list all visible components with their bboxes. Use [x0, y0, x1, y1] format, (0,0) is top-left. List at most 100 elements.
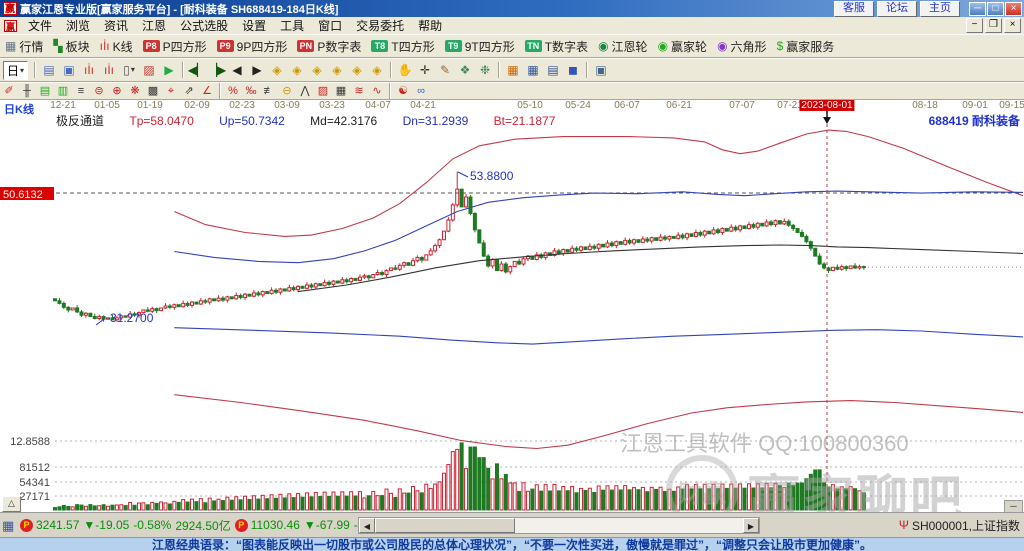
wedge-tool[interactable]: ⋀: [296, 84, 314, 99]
gann-diamond-2-button[interactable]: ◈: [287, 60, 307, 80]
menu-file[interactable]: 文件: [21, 17, 59, 34]
p-square-button[interactable]: P8 P四方形: [138, 37, 212, 56]
gann-diamond-4-button[interactable]: ◈: [327, 60, 347, 80]
permille-tool[interactable]: ‰: [242, 84, 260, 99]
kline-mini-1-button[interactable]: ıİı: [79, 60, 99, 80]
menu-window[interactable]: 窗口: [311, 17, 349, 34]
scrollbar-thumb[interactable]: [375, 518, 515, 533]
child-minimize-button[interactable]: −: [966, 18, 983, 33]
target-tool[interactable]: ⌖: [162, 84, 180, 99]
watermark-text: 江恩工具软件 QQ:100800360: [620, 431, 909, 456]
quotes-button-label: 行情: [19, 39, 44, 54]
date-tick: 05-10: [517, 100, 543, 111]
gann-diamond-6-button[interactable]: ◈: [367, 60, 387, 80]
level-lines-tool[interactable]: ≡: [72, 84, 90, 99]
shade-box-tool[interactable]: ▩: [144, 84, 162, 99]
minus-circle-tool[interactable]: ⊖: [278, 84, 296, 99]
yinyang-tool[interactable]: ☯: [394, 84, 412, 99]
sine-tool[interactable]: ∿: [368, 84, 386, 99]
winner-service-button[interactable]: $ 赢家服务: [772, 37, 840, 56]
chart-collapse-button[interactable]: ─: [1004, 500, 1023, 512]
save-button[interactable]: ◼: [563, 60, 583, 80]
menu-news[interactable]: 资讯: [97, 17, 135, 34]
menu-formula-stockpick[interactable]: 公式选股: [173, 17, 235, 34]
gann-wheel-button-label: 江恩轮: [611, 39, 648, 54]
minimize-button[interactable]: ─: [969, 2, 986, 16]
t-number-table-button-icon: TN: [524, 40, 542, 52]
sectors-button[interactable]: ▚ 板块: [48, 37, 94, 56]
9p-square-button[interactable]: P9 9P四方形: [212, 37, 293, 56]
gann-wheel-button[interactable]: ◉ 江恩轮: [593, 37, 653, 56]
color-layers-button[interactable]: ▶: [159, 60, 179, 80]
quote-grid-icon[interactable]: ▦: [2, 519, 17, 532]
cross-circle-tool[interactable]: ⊕: [108, 84, 126, 99]
maximize-button[interactable]: □: [987, 2, 1004, 16]
time-bands-tool[interactable]: ▥: [54, 84, 72, 99]
flower-tool[interactable]: ❋: [126, 84, 144, 99]
grid-box-tool[interactable]: ▦: [332, 84, 350, 99]
hatch-tool[interactable]: ▨: [314, 84, 332, 99]
homepage-button[interactable]: 主页: [920, 1, 960, 17]
winner-wheel-button[interactable]: ◉ 赢家轮: [653, 37, 713, 56]
pan-hand-button[interactable]: ✋: [395, 60, 415, 80]
trend-arrow-tool[interactable]: ⇗: [180, 84, 198, 99]
menu-trade[interactable]: 交易委托: [349, 17, 411, 34]
horizontal-scrollbar[interactable]: ◀ ▶: [358, 517, 760, 534]
order-truck-button[interactable]: ▣: [591, 60, 611, 80]
tracked-index-label[interactable]: SH000001,上证指数: [912, 517, 1020, 534]
close-button[interactable]: ×: [1005, 2, 1022, 16]
crosshair-button[interactable]: ✛: [415, 60, 435, 80]
candle-style-selector[interactable]: ▯ ▾: [119, 60, 139, 80]
price-bands-tool[interactable]: ▤: [36, 84, 54, 99]
first-bar-button[interactable]: ◀▏: [187, 60, 207, 80]
period-selector[interactable]: 日 ▾: [3, 60, 29, 80]
infinity-tool[interactable]: ∞: [412, 84, 430, 99]
notequal-tool[interactable]: ≢: [260, 84, 278, 99]
t-number-table-button[interactable]: TN T数字表: [520, 37, 593, 56]
menu-browse[interactable]: 浏览: [59, 17, 97, 34]
draw-pen-tool[interactable]: ✐: [0, 84, 18, 99]
region-overlay-button[interactable]: ▨: [139, 60, 159, 80]
t-square-button[interactable]: T8 T四方形: [366, 37, 439, 56]
service-button[interactable]: 客服: [834, 1, 874, 17]
gann-diamond-1-button[interactable]: ◈: [267, 60, 287, 80]
kline-mini-2-button[interactable]: ıİı: [99, 60, 119, 80]
sectors-button-icon: ▚: [53, 39, 63, 53]
gann-diamond-3-button[interactable]: ◈: [307, 60, 327, 80]
scroll-left-icon[interactable]: ◀: [359, 518, 375, 533]
child-close-button[interactable]: ×: [1004, 18, 1021, 33]
kline-button[interactable]: ıİı K线: [95, 37, 138, 56]
stamp-button[interactable]: ❉: [475, 60, 495, 80]
quotes-button[interactable]: ▦ 行情: [0, 37, 48, 56]
sh-index-quote[interactable]: P 3241.57 ▼-19.05 -0.58% 2924.50亿: [20, 517, 235, 534]
child-restore-button[interactable]: ❐: [985, 18, 1002, 33]
menu-settings[interactable]: 设置: [235, 17, 273, 34]
menu-help[interactable]: 帮助: [411, 17, 449, 34]
menu-tools[interactable]: 工具: [273, 17, 311, 34]
pen-button[interactable]: ✎: [435, 60, 455, 80]
volume-pane-expand-button[interactable]: △: [2, 496, 21, 512]
scroll-right-icon[interactable]: ▶: [743, 518, 759, 533]
notes-button[interactable]: ▤: [543, 60, 563, 80]
angle-tool[interactable]: ∠: [198, 84, 216, 99]
wheel-mini-button[interactable]: ❖: [455, 60, 475, 80]
last-bar-button[interactable]: ▕▶: [207, 60, 227, 80]
calendar-button[interactable]: ▦: [503, 60, 523, 80]
percent-tool[interactable]: %: [224, 84, 242, 99]
next-bar-button[interactable]: ▶: [247, 60, 267, 80]
gann-circle-tool[interactable]: ⊜: [90, 84, 108, 99]
waves-tool[interactable]: ≋: [350, 84, 368, 99]
image-view-button[interactable]: ▤: [39, 60, 59, 80]
info-view-button[interactable]: ▣: [59, 60, 79, 80]
hexagon-button[interactable]: ◉ 六角形: [712, 37, 772, 56]
calculator-button[interactable]: ▦: [523, 60, 543, 80]
9t-square-button[interactable]: T9 9T四方形: [440, 37, 520, 56]
chart-area[interactable]: 12.8588 81512 54341 27171 53.8800 -31.2700 50.…: [0, 100, 1024, 512]
p-number-table-button[interactable]: PN P数字表: [292, 37, 366, 56]
gann-diamond-5-button[interactable]: ◈: [347, 60, 367, 80]
forum-button[interactable]: 论坛: [877, 1, 917, 17]
menu-gann[interactable]: 江恩: [135, 17, 173, 34]
prev-bar-button[interactable]: ◀: [227, 60, 247, 80]
quotes-button-icon: ▦: [5, 39, 17, 53]
gann-grid-tool[interactable]: ╫: [18, 84, 36, 99]
